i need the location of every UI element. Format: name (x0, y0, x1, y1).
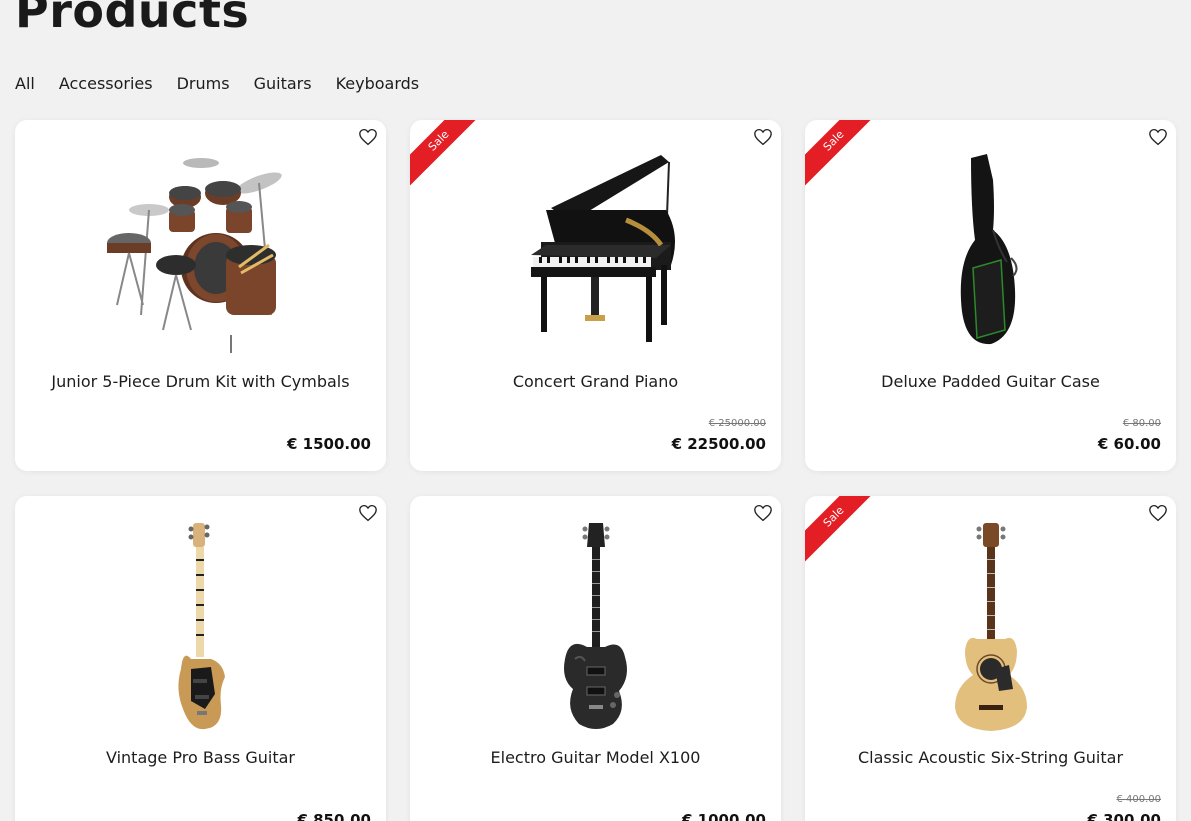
product-price: € 1500.00 (287, 435, 371, 453)
filter-keyboards[interactable]: Keyboards (336, 74, 420, 93)
filter-drums[interactable]: Drums (177, 74, 230, 93)
product-image[interactable] (805, 140, 1176, 360)
product-price: € 60.00 (1097, 435, 1161, 453)
product-title[interactable]: Electro Guitar Model X100 (410, 748, 781, 767)
product-image[interactable] (805, 516, 1176, 736)
product-old-price: € 80.00 (1122, 418, 1161, 429)
product-image[interactable] (410, 140, 781, 360)
product-card[interactable]: Sale (805, 496, 1176, 821)
product-old-price: € 400.00 (1116, 794, 1161, 805)
product-title[interactable]: Classic Acoustic Six-String Guitar (805, 748, 1176, 767)
electric-guitar-icon (563, 522, 627, 729)
filter-all[interactable]: All (15, 74, 35, 93)
product-title[interactable]: Junior 5-Piece Drum Kit with Cymbals (15, 372, 386, 391)
product-image[interactable] (15, 140, 386, 360)
bass-guitar-icon (177, 522, 225, 729)
product-card[interactable]: Electro Guitar Model X100 € 1000.00 (410, 496, 781, 821)
product-card[interactable]: Vintage Pro Bass Guitar € 850.00 (15, 496, 386, 821)
product-price: € 850.00 (297, 811, 371, 821)
product-card[interactable]: Sale (410, 120, 781, 471)
product-title[interactable]: Concert Grand Piano (410, 372, 781, 391)
product-title[interactable]: Vintage Pro Bass Guitar (15, 748, 386, 767)
product-price: € 1000.00 (682, 811, 766, 821)
drum-kit-icon (106, 158, 282, 353)
product-price: € 300.00 (1087, 811, 1161, 821)
product-image[interactable] (410, 516, 781, 736)
acoustic-guitar-icon (954, 522, 1027, 731)
product-old-price: € 25000.00 (708, 418, 766, 429)
product-image[interactable] (15, 516, 386, 736)
product-card[interactable]: Junior 5-Piece Drum Kit with Cymbals € 1… (15, 120, 386, 471)
product-card[interactable]: Sale Deluxe Padded Guitar Case € 80.00 €… (805, 120, 1176, 471)
guitar-case-icon (960, 154, 1017, 345)
filter-guitars[interactable]: Guitars (254, 74, 312, 93)
category-filters: All Accessories Drums Guitars Keyboards (15, 74, 419, 93)
page-title: Products (15, 0, 250, 38)
products-page: Products All Accessories Drums Guitars K… (0, 0, 1191, 821)
grand-piano-icon (530, 155, 675, 342)
product-grid: Junior 5-Piece Drum Kit with Cymbals € 1… (15, 120, 1176, 821)
product-price: € 22500.00 (671, 435, 766, 453)
filter-accessories[interactable]: Accessories (59, 74, 153, 93)
product-title[interactable]: Deluxe Padded Guitar Case (805, 372, 1176, 391)
